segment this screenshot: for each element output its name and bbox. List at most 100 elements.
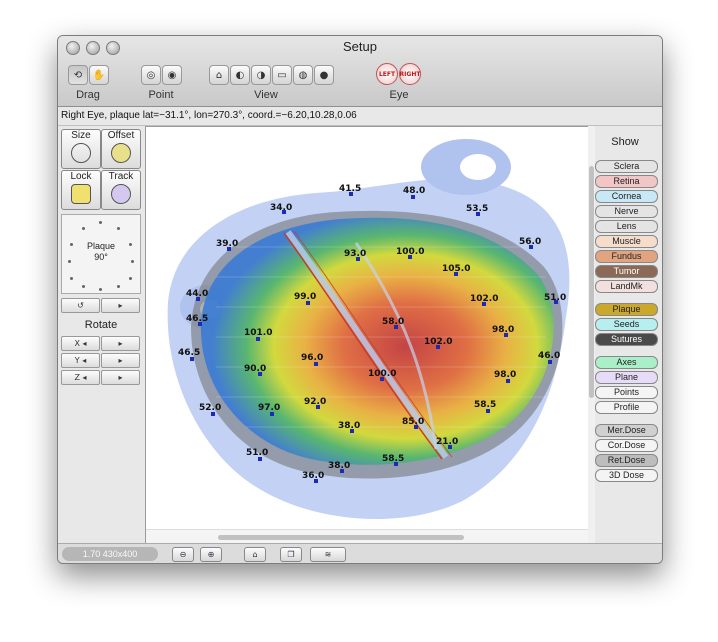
- toggle-nerve[interactable]: Nerve: [595, 205, 658, 218]
- zoom-in-icon[interactable]: ⊕: [200, 547, 222, 562]
- toggle-plaque[interactable]: Plaque: [595, 303, 658, 316]
- toggle-points[interactable]: Points: [595, 386, 658, 399]
- setup-window: Setup ⟲ ✋ Drag ◎ ◉ Point ⌂ ◐ ◑ ▭ ◍ ● Vie…: [57, 35, 663, 564]
- toggle-tumor[interactable]: Tumor: [595, 265, 658, 278]
- horizontal-scroll-thumb[interactable]: [218, 535, 464, 540]
- view-front-icon[interactable]: ◐: [230, 65, 250, 85]
- svg-text:96.0: 96.0: [301, 353, 323, 363]
- toggle-sutures[interactable]: Sutures: [595, 333, 658, 346]
- offset-icon: [111, 143, 131, 163]
- lock-icon: [71, 184, 91, 204]
- size-icon: [71, 143, 91, 163]
- svg-text:38.0: 38.0: [328, 461, 350, 471]
- toggle-3d-dose[interactable]: 3D Dose: [595, 469, 658, 482]
- svg-text:48.0: 48.0: [403, 186, 425, 196]
- toggle-sclera[interactable]: Sclera: [595, 160, 658, 173]
- rotate-y-minus-button[interactable]: Y ◂: [61, 353, 100, 368]
- svg-text:51.0: 51.0: [246, 448, 268, 458]
- size-button[interactable]: Size: [61, 129, 101, 169]
- plaque-orientation-dial[interactable]: Plaque 90°: [61, 214, 141, 294]
- svg-text:102.0: 102.0: [424, 337, 452, 347]
- view-top-icon[interactable]: ⌂: [209, 65, 229, 85]
- toolbar-group-point: ◎ ◉: [141, 63, 182, 87]
- rotate-label: Rotate: [84, 319, 118, 331]
- rotate-cw-button[interactable]: ▸: [101, 298, 140, 313]
- zoom-readout: 1.70 430x400: [62, 547, 158, 561]
- toggle-axes[interactable]: Axes: [595, 356, 658, 369]
- svg-text:46.5: 46.5: [186, 314, 208, 324]
- svg-text:100.0: 100.0: [368, 369, 396, 379]
- svg-text:46.5: 46.5: [178, 348, 200, 358]
- svg-text:102.0: 102.0: [470, 294, 498, 304]
- svg-text:34.0: 34.0: [270, 203, 292, 213]
- toggle-ret-dose[interactable]: Ret.Dose: [595, 454, 658, 467]
- hand-drag-icon[interactable]: ✋: [89, 65, 109, 85]
- rotate-y-plus-button[interactable]: ▸: [101, 353, 140, 368]
- toolbar-group-label-drag: Drag: [76, 89, 100, 101]
- toggle-muscle[interactable]: Muscle: [595, 235, 658, 248]
- offset-button[interactable]: Offset: [101, 129, 141, 169]
- toolbar-group-label-eye: Eye: [389, 89, 409, 101]
- toggle-cornea[interactable]: Cornea: [595, 190, 658, 203]
- copy-icon[interactable]: ❐: [280, 547, 302, 562]
- svg-text:85.0: 85.0: [402, 417, 424, 427]
- window-title: Setup: [343, 39, 377, 54]
- measure-icon[interactable]: ≋: [310, 547, 346, 562]
- svg-text:105.0: 105.0: [442, 264, 470, 274]
- toggle-lens[interactable]: Lens: [595, 220, 658, 233]
- eye-dose-render[interactable]: 34.0 41.5 48.0 53.5 56.0 51.0 46.0 39.0 …: [146, 127, 589, 544]
- track-icon: [111, 184, 131, 204]
- view-back-icon[interactable]: ◍: [293, 65, 313, 85]
- eye-3d-viewport[interactable]: 34.0 41.5 48.0 53.5 56.0 51.0 46.0 39.0 …: [145, 126, 590, 545]
- toggle-profile[interactable]: Profile: [595, 401, 658, 414]
- toggle-landmk[interactable]: LandMk: [595, 280, 658, 293]
- left-eye-button[interactable]: LEFT: [376, 63, 398, 85]
- track-button[interactable]: Track: [101, 170, 141, 210]
- rotate-drag-icon[interactable]: ⟲: [68, 65, 88, 85]
- svg-text:44.0: 44.0: [186, 289, 208, 299]
- toggle-fundus[interactable]: Fundus: [595, 250, 658, 263]
- toolbar-group-view: ⌂ ◐ ◑ ▭ ◍ ●: [209, 63, 334, 87]
- rotate-ccw-button[interactable]: ↺: [61, 298, 100, 313]
- view-plaque-icon[interactable]: ●: [314, 65, 334, 85]
- toggle-retina[interactable]: Retina: [595, 175, 658, 188]
- toggle-seeds[interactable]: Seeds: [595, 318, 658, 331]
- status-line: Right Eye, plaque lat=−31.1°, lon=270.3°…: [58, 107, 662, 126]
- svg-text:56.0: 56.0: [519, 237, 541, 247]
- home-icon[interactable]: ⌂: [244, 547, 266, 562]
- toggle-plane[interactable]: Plane: [595, 371, 658, 384]
- toggle-cor-dose[interactable]: Cor.Dose: [595, 439, 658, 452]
- plaque-orientation-label: Plaque: [86, 241, 116, 251]
- right-eye-button[interactable]: RIGHT: [399, 63, 421, 85]
- toolbar-group-label-view: View: [254, 89, 278, 101]
- svg-text:58.5: 58.5: [382, 454, 404, 464]
- svg-text:38.0: 38.0: [338, 421, 360, 431]
- point-eye-double-icon[interactable]: ◉: [162, 65, 182, 85]
- svg-text:58.5: 58.5: [474, 400, 496, 410]
- point-eye-icon[interactable]: ◎: [141, 65, 161, 85]
- rotate-z-plus-button[interactable]: ▸: [101, 370, 140, 385]
- lock-button[interactable]: Lock: [61, 170, 101, 210]
- toolbar-group-drag: ⟲ ✋: [68, 63, 109, 87]
- svg-text:58.0: 58.0: [382, 317, 404, 327]
- show-label: Show: [611, 136, 639, 148]
- dose-point: 34.0: [270, 203, 292, 214]
- svg-text:39.0: 39.0: [216, 239, 238, 249]
- show-panel: Show Sclera Retina Cornea Nerve Lens Mus…: [588, 126, 662, 541]
- toggle-mer-dose[interactable]: Mer.Dose: [595, 424, 658, 437]
- rotate-z-minus-button[interactable]: Z ◂: [61, 370, 100, 385]
- rotate-x-plus-button[interactable]: ▸: [101, 336, 140, 351]
- bottom-bar: 1.70 430x400 ⊖ ⊕ ⌂ ❐ ≋: [58, 543, 662, 563]
- size-label: Size: [71, 130, 91, 141]
- view-side-icon[interactable]: ◑: [251, 65, 271, 85]
- toolbar-group-eye: LEFT RIGHT: [376, 63, 421, 87]
- rotate-x-minus-button[interactable]: X ◂: [61, 336, 100, 351]
- dose-point: 51.0: [544, 293, 566, 304]
- svg-text:93.0: 93.0: [344, 249, 366, 259]
- zoom-out-icon[interactable]: ⊖: [172, 547, 194, 562]
- svg-text:99.0: 99.0: [294, 292, 316, 302]
- svg-text:52.0: 52.0: [199, 403, 221, 413]
- left-panel: Size Offset Lock Track Plaque 90° ↺ ▸ Ro…: [58, 126, 144, 541]
- view-bottom-icon[interactable]: ▭: [272, 65, 292, 85]
- toolbar-group-label-point: Point: [148, 89, 174, 101]
